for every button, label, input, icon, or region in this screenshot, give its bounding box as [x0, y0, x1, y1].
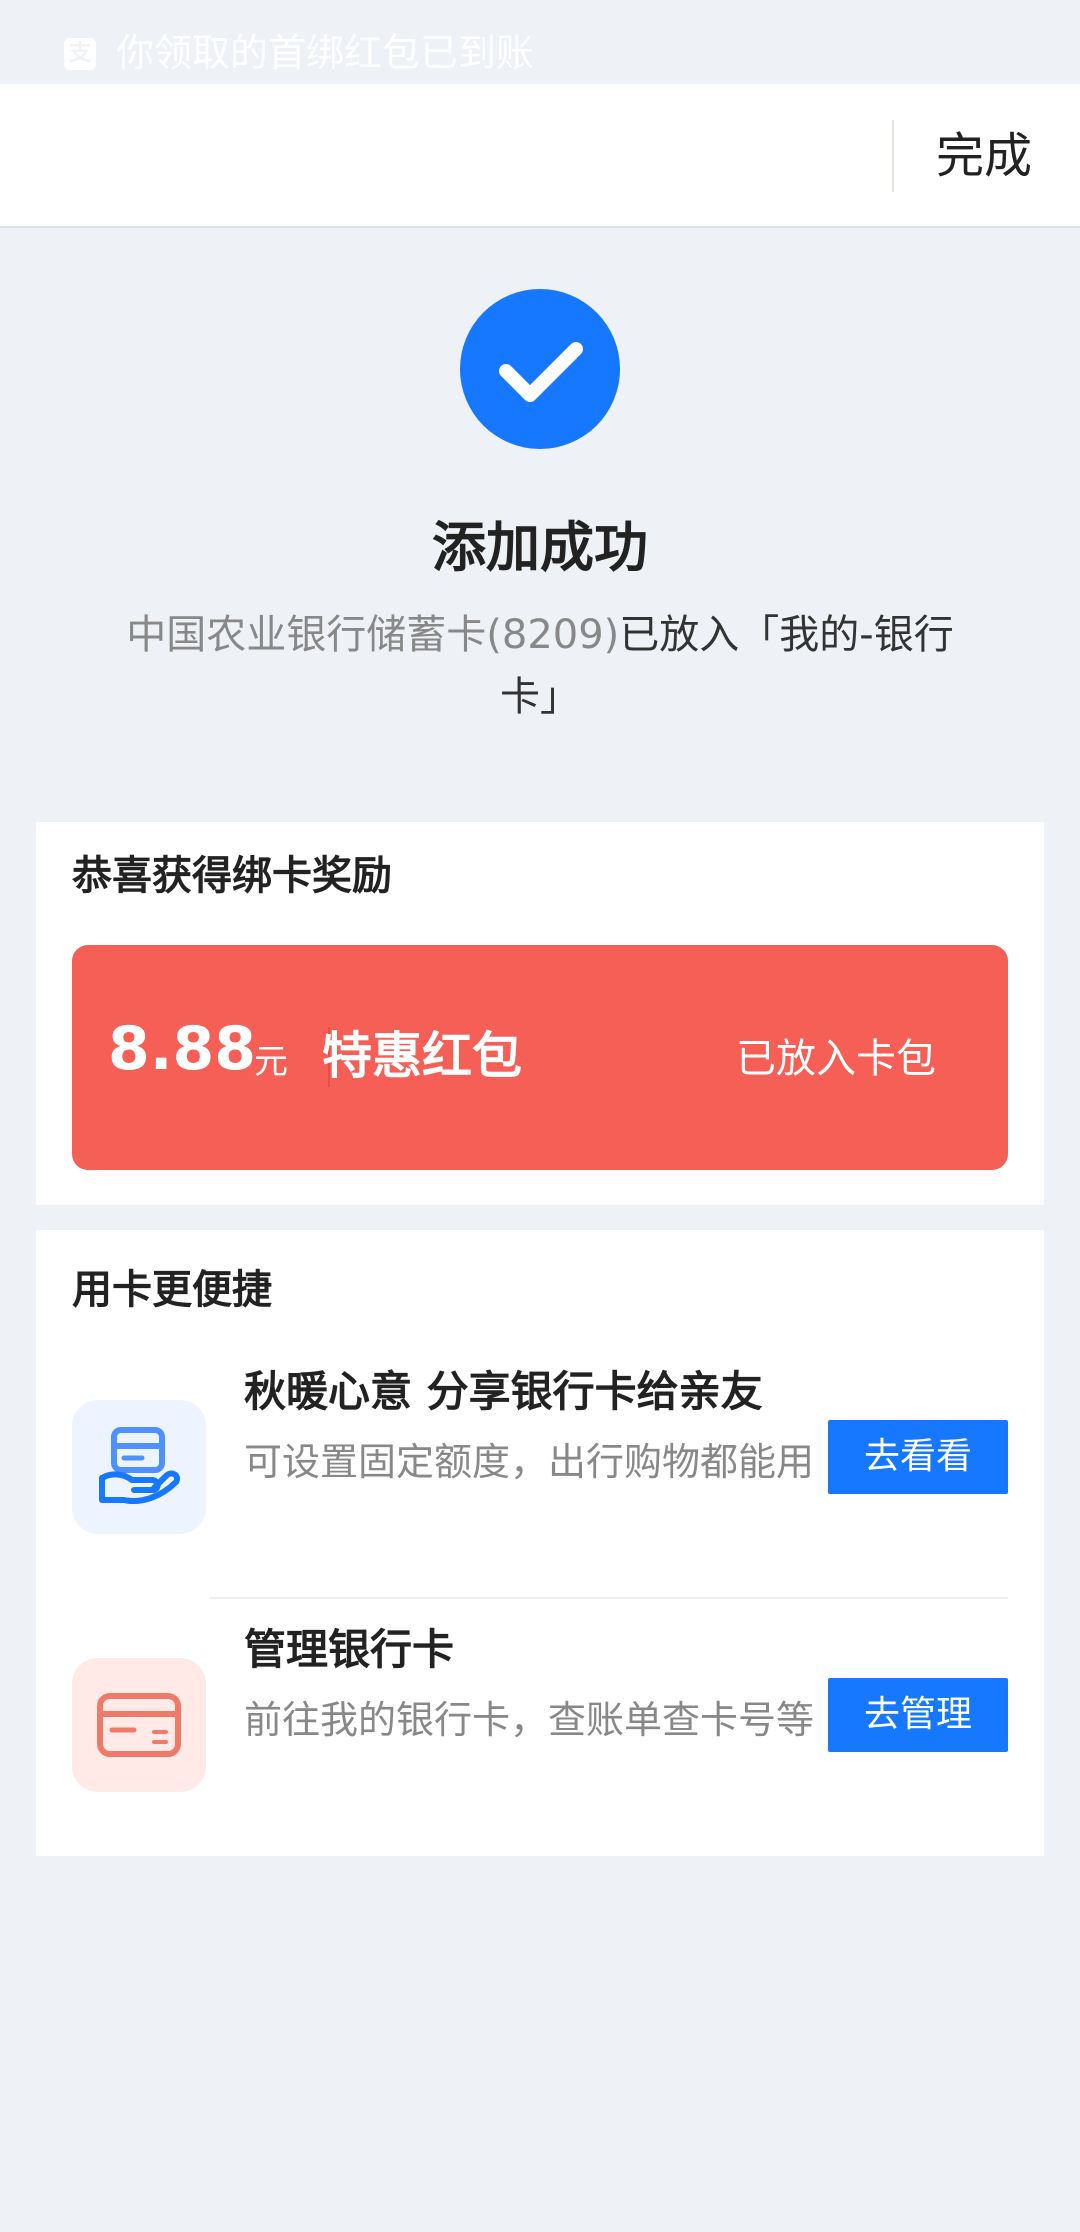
coupon-unit: 元 [254, 1042, 288, 1082]
success-description: 中国农业银行储蓄卡(8209)已放入「我的-银行卡」 [100, 604, 980, 728]
status-bar: 支 你领取的首绑红包已到账 [0, 0, 1080, 84]
nav-bar: 完成 [0, 84, 1080, 228]
red-packet-coupon[interactable]: 8.88 元 特惠红包 已放入卡包 [72, 945, 1008, 1170]
notification-text: 你领取的首绑红包已到账 [116, 31, 535, 75]
coupon-name: 特惠红包 [322, 1027, 522, 1085]
row-divider [210, 1597, 1008, 1599]
hand-card-icon [72, 1400, 206, 1534]
feature-title: 管理银行卡 [244, 1625, 455, 1674]
manage-button[interactable]: 去管理 [828, 1678, 1008, 1752]
feature-title: 秋暖心意 分享银行卡给亲友 [244, 1367, 763, 1416]
feature-description: 可设置固定额度，出行购物都能用 [244, 1440, 815, 1484]
success-description-card: 中国农业银行储蓄卡(8209) [126, 612, 620, 658]
coupon-status: 已放入卡包 [736, 1036, 936, 1082]
check-icon [460, 289, 620, 449]
view-button[interactable]: 去看看 [828, 1420, 1008, 1494]
convenient-card: 用卡更便捷 秋暖心意 分享银行卡给亲友 可设置固定额度，出行购物都能用 去看看 [36, 1230, 1044, 1856]
alipay-icon: 支 [64, 38, 96, 70]
reward-card-title: 恭喜获得绑卡奖励 [72, 853, 392, 899]
success-title: 添加成功 [432, 516, 648, 579]
list-item[interactable]: 管理银行卡 前往我的银行卡，查账单查卡号等 去管理 [36, 1618, 1044, 1868]
feature-description: 前往我的银行卡，查账单查卡号等 [244, 1698, 815, 1742]
done-button[interactable]: 完成 [936, 120, 1032, 192]
convenient-card-title: 用卡更便捷 [72, 1267, 272, 1313]
coupon-amount: 8.88 [108, 1014, 257, 1084]
nav-divider [892, 120, 894, 192]
reward-card: 恭喜获得绑卡奖励 8.88 元 特惠红包 已放入卡包 [36, 822, 1044, 1205]
bank-card-icon [72, 1658, 206, 1792]
list-item[interactable]: 秋暖心意 分享银行卡给亲友 可设置固定额度，出行购物都能用 去看看 [36, 1360, 1044, 1610]
